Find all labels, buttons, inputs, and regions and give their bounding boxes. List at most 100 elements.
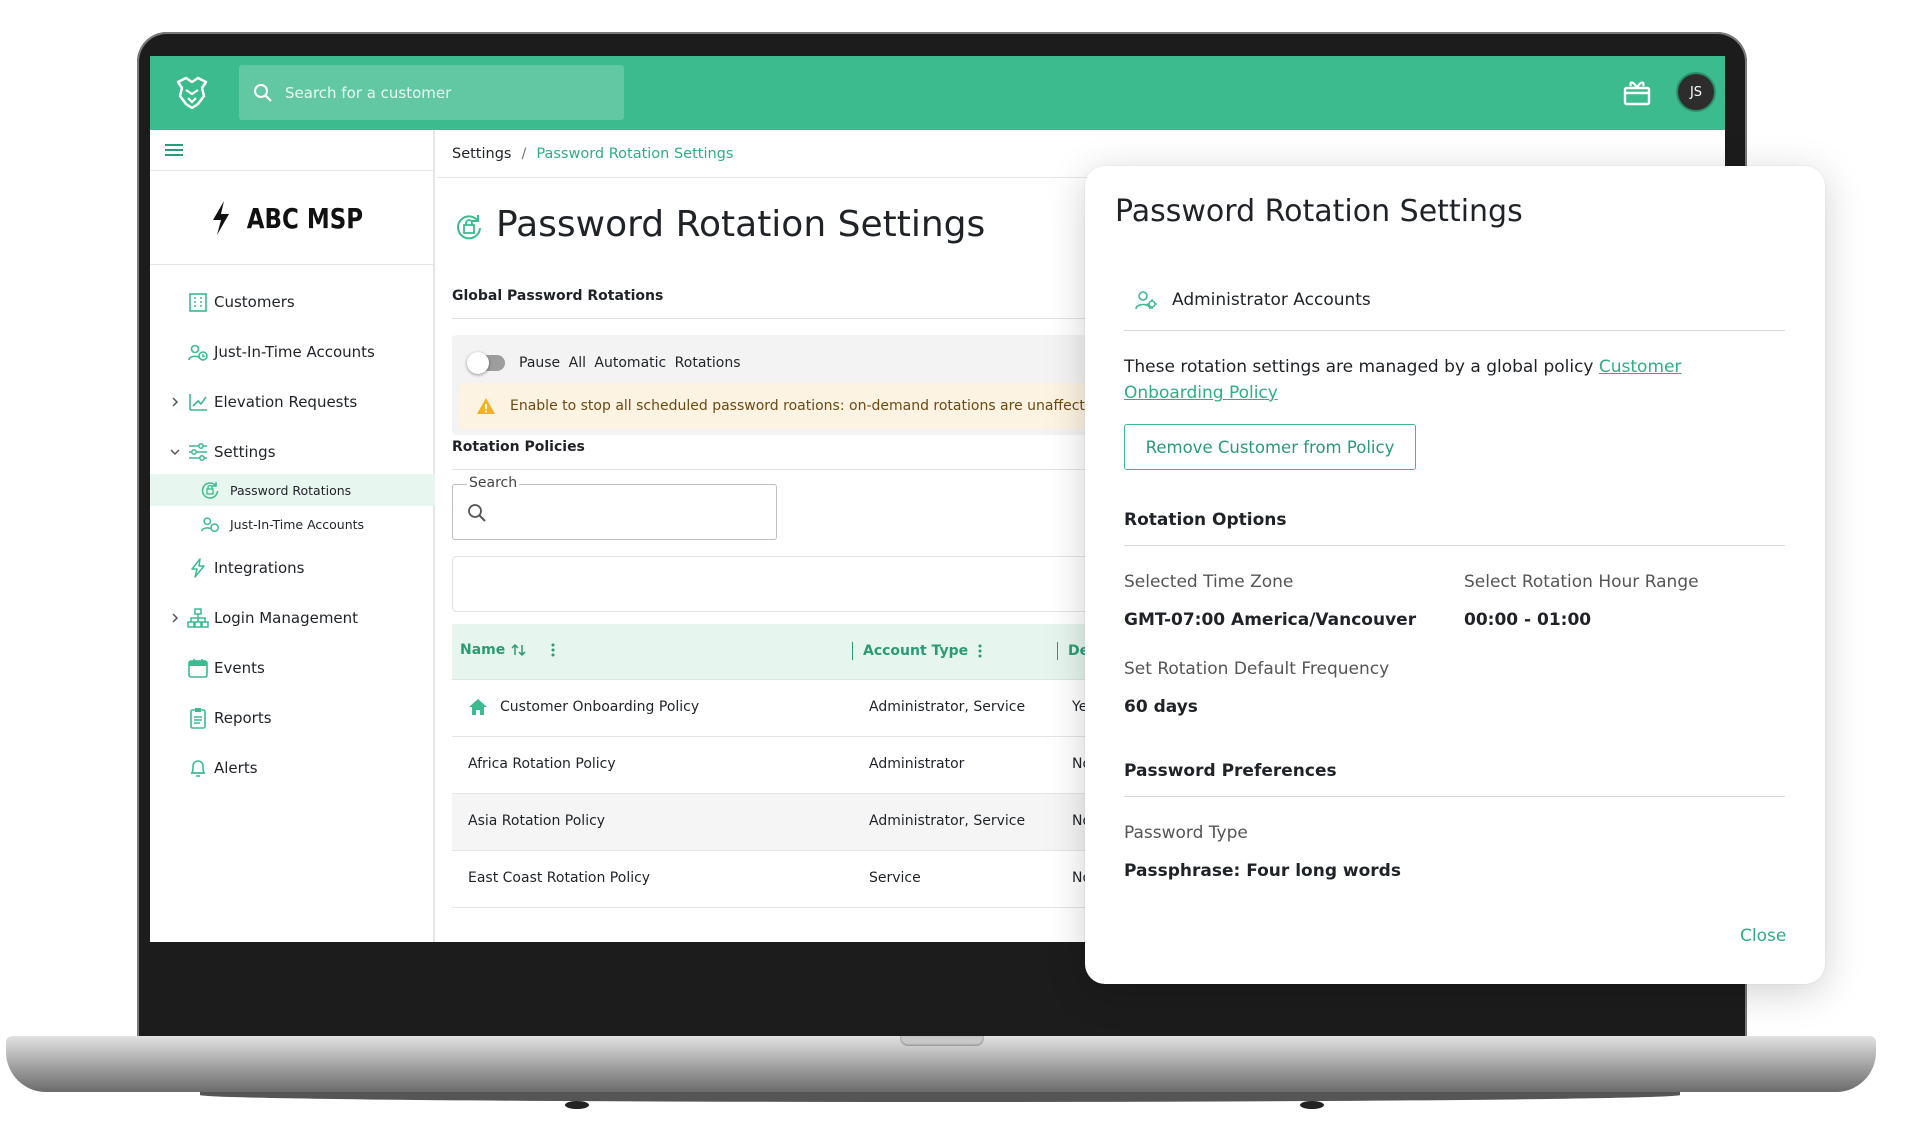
sidebar-item-label: Customers <box>214 293 295 311</box>
column-header-account-type[interactable]: Account Type <box>852 642 986 660</box>
kebab-menu-icon[interactable] <box>974 643 986 659</box>
timezone-value: GMT-07:00 America/Vancouver <box>1124 610 1417 630</box>
laptop-notch <box>900 1036 984 1046</box>
column-label: Account Type <box>863 643 969 659</box>
account-group-label: Administrator Accounts <box>1172 290 1371 310</box>
policy-name: Asia Rotation Policy <box>468 813 606 829</box>
search-label: Search <box>467 475 520 491</box>
remove-customer-button[interactable]: Remove Customer from Policy <box>1124 424 1416 470</box>
sort-icon[interactable] <box>511 643 527 657</box>
warning-icon <box>477 398 495 414</box>
users-clock-icon <box>188 344 208 361</box>
sidebar-item-jit-accounts[interactable]: Just-In-Time Accounts <box>150 332 435 372</box>
kebab-menu-icon[interactable] <box>547 642 559 658</box>
logo-icon[interactable] <box>172 72 212 112</box>
sidebar: ABC MSP Customers Just-In-Time Accounts <box>150 130 435 942</box>
clipboard-icon <box>190 708 206 729</box>
divider <box>150 264 435 265</box>
customer-search-input[interactable]: Search for a customer <box>239 65 624 120</box>
bell-icon <box>190 760 206 777</box>
hour-range-value: 00:00 - 01:00 <box>1464 610 1592 630</box>
sidebar-item-events[interactable]: Events <box>150 648 435 688</box>
rotation-options-heading: Rotation Options <box>1124 510 1287 530</box>
dialog-title: Password Rotation Settings <box>1115 194 1523 229</box>
bolt-icon <box>191 558 205 578</box>
sidebar-item-elevation-requests[interactable]: Elevation Requests <box>150 382 435 422</box>
timezone-label: Selected Time Zone <box>1124 572 1294 592</box>
sidebar-item-settings[interactable]: Settings <box>150 432 435 472</box>
menu-icon[interactable] <box>164 142 184 158</box>
chevron-down-icon <box>170 449 180 456</box>
sidebar-item-label: Just-In-Time Accounts <box>230 516 365 532</box>
managed-policy-text: These rotation settings are managed by a… <box>1124 354 1774 406</box>
frequency-value: 60 days <box>1124 697 1198 717</box>
search-icon <box>254 83 272 102</box>
breadcrumb-current: Password Rotation Settings <box>536 146 734 162</box>
gift-icon[interactable] <box>1621 76 1653 108</box>
password-preferences-heading: Password Preferences <box>1124 761 1337 781</box>
top-bar: Search for a customer JS <box>150 56 1725 130</box>
account-type: Service <box>869 870 921 886</box>
divider <box>1124 330 1785 331</box>
section-global-rotations: Global Password Rotations <box>452 288 664 304</box>
sidebar-item-label: Settings <box>214 443 276 461</box>
sidebar-item-label: Login Management <box>214 609 359 627</box>
search-placeholder: Search for a customer <box>285 83 452 102</box>
chart-up-icon <box>189 394 207 411</box>
sitemap-icon <box>187 608 209 628</box>
policy-name: East Coast Rotation Policy <box>468 870 651 886</box>
chevron-right-icon <box>172 397 179 407</box>
breadcrumb-separator: / <box>521 146 527 162</box>
sliders-icon <box>189 443 207 461</box>
building-icon <box>189 293 207 312</box>
admin-users-icon <box>1135 291 1157 310</box>
users-clock-icon <box>201 517 219 532</box>
sidebar-item-reports[interactable]: Reports <box>150 698 435 738</box>
password-type-value: Passphrase: Four long words <box>1124 861 1401 881</box>
sidebar-item-customers[interactable]: Customers <box>150 282 435 322</box>
breadcrumb-settings[interactable]: Settings <box>452 146 511 162</box>
avatar[interactable]: JS <box>1676 72 1716 112</box>
sidebar-item-label: Events <box>214 659 265 677</box>
policy-name: Customer Onboarding Policy <box>500 699 700 715</box>
laptop-foot <box>565 1101 589 1109</box>
policy-search-input[interactable]: Search <box>452 475 777 540</box>
toggle-knob <box>467 352 489 374</box>
search-icon <box>468 504 486 522</box>
brand-logo: ABC MSP <box>150 200 435 236</box>
brand-name: ABC MSP <box>246 201 363 235</box>
close-button[interactable]: Close <box>1740 926 1786 946</box>
sidebar-item-login-management[interactable]: Login Management <box>150 598 435 638</box>
sidebar-item-integrations[interactable]: Integrations <box>150 548 435 588</box>
laptop-foot <box>1300 1101 1324 1109</box>
rotate-lock-icon <box>457 215 481 240</box>
hour-range-label: Select Rotation Hour Range <box>1464 572 1699 592</box>
column-label: Name <box>460 642 506 658</box>
divider <box>1124 545 1785 546</box>
calendar-icon <box>188 659 208 678</box>
sidebar-item-settings-jit-accounts[interactable]: Just-In-Time Accounts <box>150 508 435 540</box>
bolt-logo-icon <box>212 201 229 235</box>
account-type: Administrator, Service <box>869 699 1026 715</box>
warning-text: Enable to stop all scheduled password ro… <box>510 398 1103 414</box>
settings-dialog: Password Rotation Settings Administrator… <box>1085 166 1825 984</box>
frequency-label: Set Rotation Default Frequency <box>1124 659 1390 679</box>
column-header-name[interactable]: Name <box>460 642 559 658</box>
divider <box>150 170 435 171</box>
rotate-lock-icon <box>201 482 219 499</box>
pause-label: Pause All Automatic Rotations <box>519 355 741 371</box>
password-type-label: Password Type <box>1124 823 1248 843</box>
divider <box>1124 796 1785 797</box>
sidebar-item-alerts[interactable]: Alerts <box>150 748 435 788</box>
account-type: Administrator <box>869 756 965 772</box>
home-icon <box>469 699 487 715</box>
breadcrumb: Settings / Password Rotation Settings <box>452 146 733 162</box>
chevron-right-icon <box>172 613 179 623</box>
sidebar-item-label: Alerts <box>214 759 258 777</box>
pause-toggle[interactable] <box>467 352 505 374</box>
account-type: Administrator, Service <box>869 813 1026 829</box>
section-rotation-policies: Rotation Policies <box>452 439 585 455</box>
sidebar-item-password-rotations[interactable]: Password Rotations <box>150 474 435 506</box>
sidebar-item-label: Integrations <box>214 559 305 577</box>
managed-text: These rotation settings are managed by a… <box>1124 357 1594 377</box>
